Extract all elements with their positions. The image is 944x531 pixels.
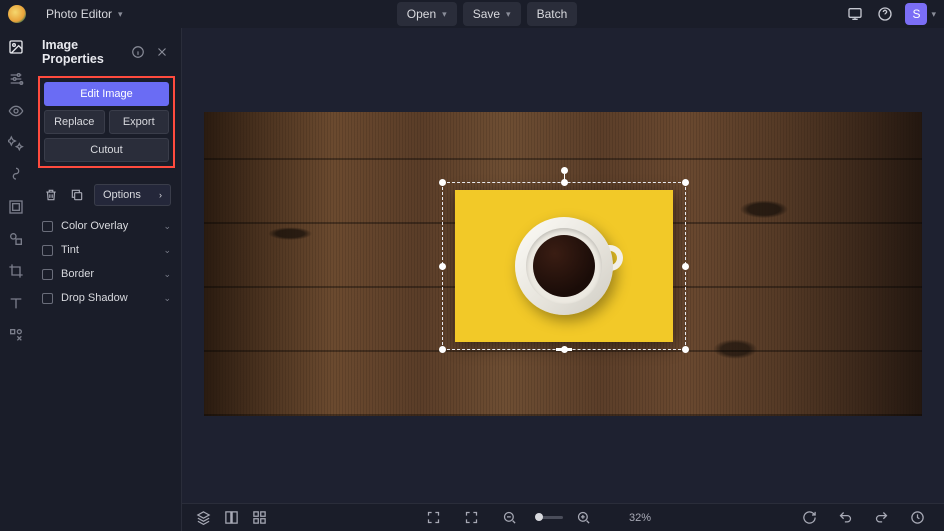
canvas-image[interactable]	[204, 112, 922, 416]
replace-button[interactable]: Replace	[44, 110, 105, 134]
app-logo	[8, 5, 26, 23]
grid-icon[interactable]	[248, 507, 270, 529]
chevron-down-icon: ⌄	[163, 269, 171, 280]
undo-icon[interactable]	[834, 507, 856, 529]
actual-size-icon[interactable]	[461, 507, 483, 529]
checkbox[interactable]	[42, 269, 53, 280]
feedback-icon[interactable]	[843, 2, 867, 26]
highlighted-button-group: Edit Image Replace Export Cutout	[38, 76, 175, 168]
duplicate-icon[interactable]	[68, 186, 86, 204]
history-icon[interactable]	[906, 507, 928, 529]
chevron-down-icon: ▾	[442, 9, 447, 20]
adjust-tool-icon[interactable]	[7, 70, 25, 88]
chevron-down-icon[interactable]: ▾	[931, 9, 936, 20]
checkbox[interactable]	[42, 293, 53, 304]
chevron-right-icon: ›	[159, 190, 162, 200]
resize-handle[interactable]	[439, 263, 446, 270]
zoom-out-icon[interactable]	[499, 507, 521, 529]
compare-icon[interactable]	[220, 507, 242, 529]
resize-handle[interactable]	[439, 346, 446, 353]
shapes-tool-icon[interactable]	[7, 326, 25, 344]
open-button[interactable]: Open ▾	[397, 2, 457, 26]
eye-tool-icon[interactable]	[7, 102, 25, 120]
checkbox[interactable]	[42, 221, 53, 232]
layers-icon[interactable]	[192, 507, 214, 529]
options-dropdown[interactable]: Options ›	[94, 184, 171, 206]
redo-icon[interactable]	[870, 507, 892, 529]
rotate-handle[interactable]	[561, 167, 568, 174]
resize-handle[interactable]	[439, 179, 446, 186]
fit-screen-icon[interactable]	[423, 507, 445, 529]
save-button[interactable]: Save ▾	[463, 2, 521, 26]
image-tool-icon[interactable]	[7, 38, 25, 56]
app-title-dropdown[interactable]: Photo Editor ▾	[38, 3, 131, 25]
chevron-down-icon: ⌄	[163, 221, 171, 232]
bottom-bar: 32%	[182, 503, 944, 531]
export-button[interactable]: Export	[109, 110, 170, 134]
resize-handle[interactable]	[682, 179, 689, 186]
chevron-down-icon: ⌄	[163, 293, 171, 304]
resize-handle[interactable]	[561, 179, 568, 186]
checkbox[interactable]	[42, 245, 53, 256]
zoom-slider[interactable]	[537, 516, 563, 519]
frame-tool-icon[interactable]	[7, 198, 25, 216]
sync-icon[interactable]	[798, 507, 820, 529]
resize-handle[interactable]	[682, 346, 689, 353]
delete-icon[interactable]	[42, 186, 60, 204]
properties-panel: Image Properties Edit Image Replace Expo…	[32, 28, 182, 531]
section-tint[interactable]: Tint ⌄	[32, 238, 181, 262]
panel-title: Image Properties	[42, 38, 123, 66]
crop-tool-icon[interactable]	[7, 262, 25, 280]
canvas-area[interactable]	[182, 28, 944, 531]
section-border[interactable]: Border ⌄	[32, 262, 181, 286]
batch-button[interactable]: Batch	[527, 2, 578, 26]
top-bar: Photo Editor ▾ Open ▾ Save ▾ Batch S ▾	[0, 0, 944, 28]
zoom-controls: 32%	[423, 507, 651, 529]
section-color-overlay[interactable]: Color Overlay ⌄	[32, 214, 181, 238]
elements-tool-icon[interactable]	[7, 230, 25, 248]
left-rail	[0, 28, 32, 531]
zoom-in-icon[interactable]	[573, 507, 595, 529]
info-icon[interactable]	[129, 43, 147, 61]
crop-bar-handle[interactable]	[556, 348, 572, 351]
resize-handle[interactable]	[682, 263, 689, 270]
avatar[interactable]: S	[905, 3, 927, 25]
retouch-tool-icon[interactable]	[7, 166, 25, 184]
section-drop-shadow[interactable]: Drop Shadow ⌄	[32, 286, 181, 310]
edit-image-button[interactable]: Edit Image	[44, 82, 169, 106]
chevron-down-icon: ▾	[118, 9, 123, 20]
app-title: Photo Editor	[46, 7, 112, 21]
selection-box[interactable]	[442, 182, 686, 350]
close-icon[interactable]	[153, 43, 171, 61]
help-icon[interactable]	[873, 2, 897, 26]
text-tool-icon[interactable]	[7, 294, 25, 312]
cutout-button[interactable]: Cutout	[44, 138, 169, 162]
chevron-down-icon: ▾	[506, 9, 511, 20]
zoom-level[interactable]: 32%	[629, 512, 651, 524]
chevron-down-icon: ⌄	[163, 245, 171, 256]
effects-tool-icon[interactable]	[7, 134, 25, 152]
